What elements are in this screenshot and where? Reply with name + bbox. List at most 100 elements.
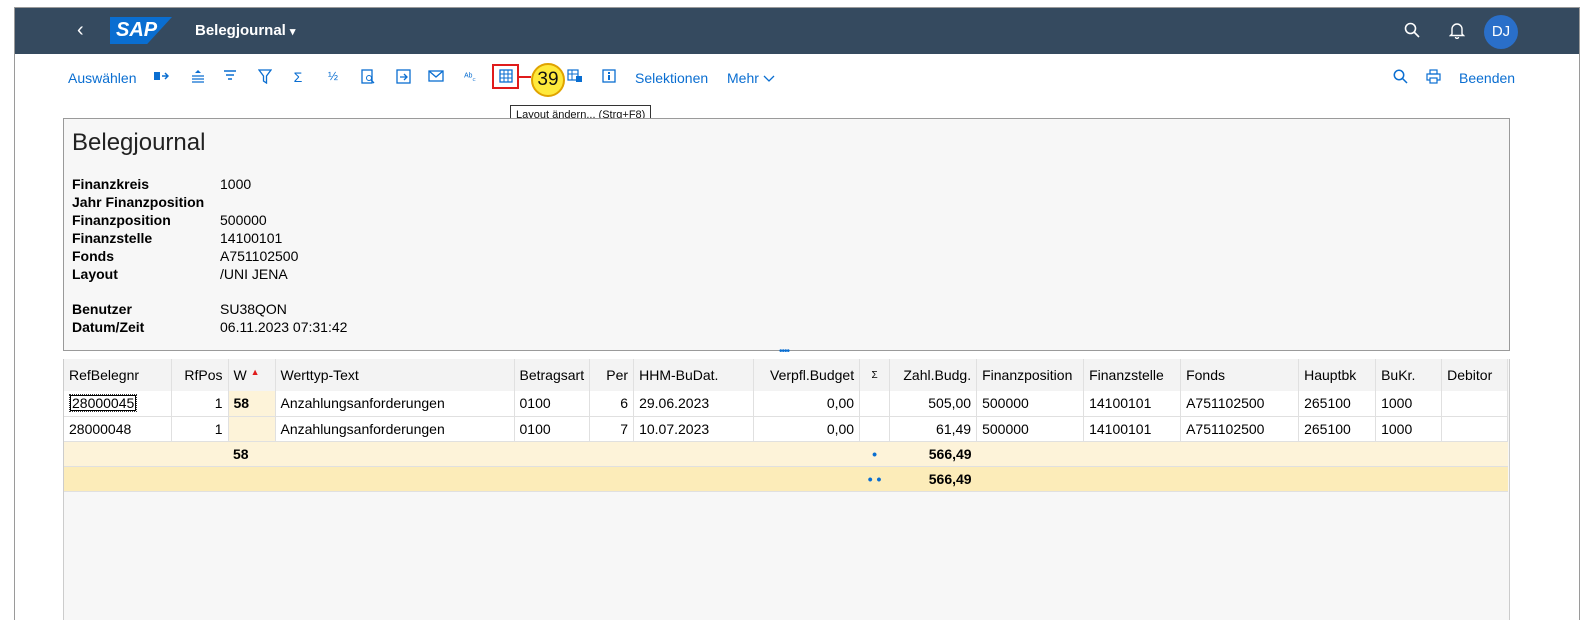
col-header[interactable]: Fonds: [1180, 359, 1300, 391]
search-icon[interactable]: [1404, 22, 1420, 43]
subtotal-amount: 566,49: [889, 441, 977, 467]
table-cell[interactable]: 500000: [976, 391, 1085, 417]
selektionen-button[interactable]: Selektionen: [635, 70, 708, 86]
col-header[interactable]: Per: [589, 359, 635, 391]
table-cell[interactable]: [859, 416, 891, 442]
table-cell[interactable]: 7: [589, 416, 635, 442]
table-cell[interactable]: 0100: [514, 391, 591, 417]
abc-analysis-icon[interactable]: ᴬᵇ꜀: [462, 69, 478, 83]
table-cell[interactable]: 14100101: [1083, 391, 1182, 417]
table-row[interactable]: 28000045 1 58 Anzahlungsanforderungen 01…: [64, 391, 1509, 417]
col-header[interactable]: W ▲: [228, 359, 276, 391]
table-cell[interactable]: Anzahlungsanforderungen: [275, 416, 515, 442]
export-icon[interactable]: [395, 69, 411, 87]
total-amount: 566,49: [889, 466, 977, 492]
table-cell[interactable]: 58: [228, 391, 276, 417]
splitter-handle[interactable]: ••••: [779, 346, 790, 357]
table-cell[interactable]: 28000045: [64, 391, 172, 417]
header-field: Finanzposition 500000: [72, 212, 267, 228]
col-header[interactable]: Hauptbk: [1298, 359, 1377, 391]
col-header[interactable]: Betragsart: [514, 359, 591, 391]
field-value: 14100101: [220, 230, 283, 246]
table-cell[interactable]: [1441, 391, 1509, 417]
table-cell[interactable]: 265100: [1298, 416, 1377, 442]
beenden-button[interactable]: Beenden: [1459, 70, 1515, 86]
table-cell[interactable]: 1000: [1375, 391, 1443, 417]
table-cell[interactable]: 0100: [514, 416, 591, 442]
col-header[interactable]: Finanzstelle: [1083, 359, 1182, 391]
print-preview-icon[interactable]: [360, 69, 376, 87]
auswaehlen-button[interactable]: Auswählen: [68, 70, 137, 86]
field-label: Fonds: [72, 248, 114, 264]
col-header-label: W: [233, 367, 247, 383]
mail-icon[interactable]: [428, 69, 444, 85]
avatar[interactable]: DJ: [1484, 15, 1518, 49]
table-cell[interactable]: 10.07.2023: [633, 416, 755, 442]
field-label: Finanzstelle: [72, 230, 153, 246]
table-cell[interactable]: 29.06.2023: [633, 391, 755, 417]
filter-icon[interactable]: [257, 69, 273, 87]
alv-grid: RefBelegnr RfPos W ▲ Werttyp-Text Betrag…: [63, 359, 1510, 620]
back-icon[interactable]: ‹: [77, 20, 84, 40]
detail-icon[interactable]: [153, 69, 170, 86]
table-cell[interactable]: 1: [171, 416, 229, 442]
report-title: Belegjournal: [72, 129, 206, 156]
col-header[interactable]: RefBelegnr: [64, 359, 172, 391]
info-icon[interactable]: [601, 69, 617, 86]
subtotal-row[interactable]: 58 • 566,49: [64, 441, 1508, 467]
table-row[interactable]: 28000048 1 Anzahlungsanforderungen 0100 …: [64, 416, 1509, 442]
col-header[interactable]: Finanzposition: [976, 359, 1085, 391]
field-value: 06.11.2023 07:31:42: [220, 319, 348, 335]
sum-icon[interactable]: Σ: [290, 69, 306, 85]
table-cell[interactable]: A751102500: [1180, 391, 1300, 417]
app-title-menu[interactable]: Belegjournal ▾: [195, 22, 295, 39]
subtotal-marker: •: [859, 441, 890, 467]
col-header[interactable]: Debitor: [1441, 359, 1509, 391]
table-cell[interactable]: 265100: [1298, 391, 1377, 417]
col-header[interactable]: Verpfl.Budget: [753, 359, 861, 391]
subtotal-icon[interactable]: ½: [325, 69, 341, 83]
header-field: Fonds A751102500: [72, 248, 298, 264]
find-icon[interactable]: [1392, 69, 1408, 87]
table-cell[interactable]: 6: [589, 391, 635, 417]
sort-ascending-icon[interactable]: [190, 69, 206, 86]
header-field: Finanzstelle 14100101: [72, 230, 282, 246]
table-cell[interactable]: A751102500: [1180, 416, 1300, 442]
table-cell[interactable]: 1000: [1375, 416, 1443, 442]
header-field: Benutzer SU38QON: [72, 301, 287, 317]
field-value: /UNI JENA: [220, 266, 288, 282]
table-cell[interactable]: 0,00: [753, 391, 861, 417]
table-cell[interactable]: 500000: [976, 416, 1085, 442]
table-cell[interactable]: 61,49: [889, 416, 978, 442]
sum-column-icon[interactable]: Σ: [859, 359, 891, 391]
table-cell[interactable]: [859, 391, 891, 417]
save-layout-icon[interactable]: [567, 69, 583, 86]
sap-window: ‹ SAP Belegjournal ▾ DJ Auswählen Σ ½ ᴬᵇ…: [14, 7, 1580, 620]
col-header[interactable]: RfPos: [171, 359, 229, 391]
sort-descending-icon[interactable]: [222, 69, 238, 86]
table-cell[interactable]: 14100101: [1083, 416, 1182, 442]
table-cell[interactable]: 0,00: [753, 416, 861, 442]
table-cell[interactable]: 28000048: [64, 416, 172, 442]
table-cell[interactable]: 1: [171, 391, 229, 417]
field-label: Datum/Zeit: [72, 319, 145, 335]
table-cell[interactable]: 505,00: [889, 391, 978, 417]
field-label: Jahr Finanzposition: [72, 194, 205, 210]
mehr-menu[interactable]: Mehr: [727, 70, 775, 86]
table-cell[interactable]: [1441, 416, 1509, 442]
total-row[interactable]: • • 566,49: [64, 466, 1508, 492]
header-field: Jahr Finanzposition: [72, 194, 220, 210]
table-cell[interactable]: [228, 416, 276, 442]
subtotal-w: 58: [228, 441, 275, 467]
bell-icon[interactable]: [1448, 22, 1466, 44]
field-label: Benutzer: [72, 301, 132, 317]
mehr-label: Mehr: [727, 70, 759, 86]
table-cell[interactable]: Anzahlungsanforderungen: [275, 391, 515, 417]
col-header[interactable]: Zahl.Budg.: [889, 359, 978, 391]
col-header[interactable]: HHM-BuDat.: [633, 359, 755, 391]
col-header[interactable]: BuKr.: [1375, 359, 1443, 391]
printer-icon[interactable]: [1425, 69, 1441, 87]
col-header[interactable]: Werttyp-Text: [275, 359, 515, 391]
selected-cell-value: 28000045: [69, 394, 138, 413]
field-label: Finanzposition: [72, 212, 171, 228]
